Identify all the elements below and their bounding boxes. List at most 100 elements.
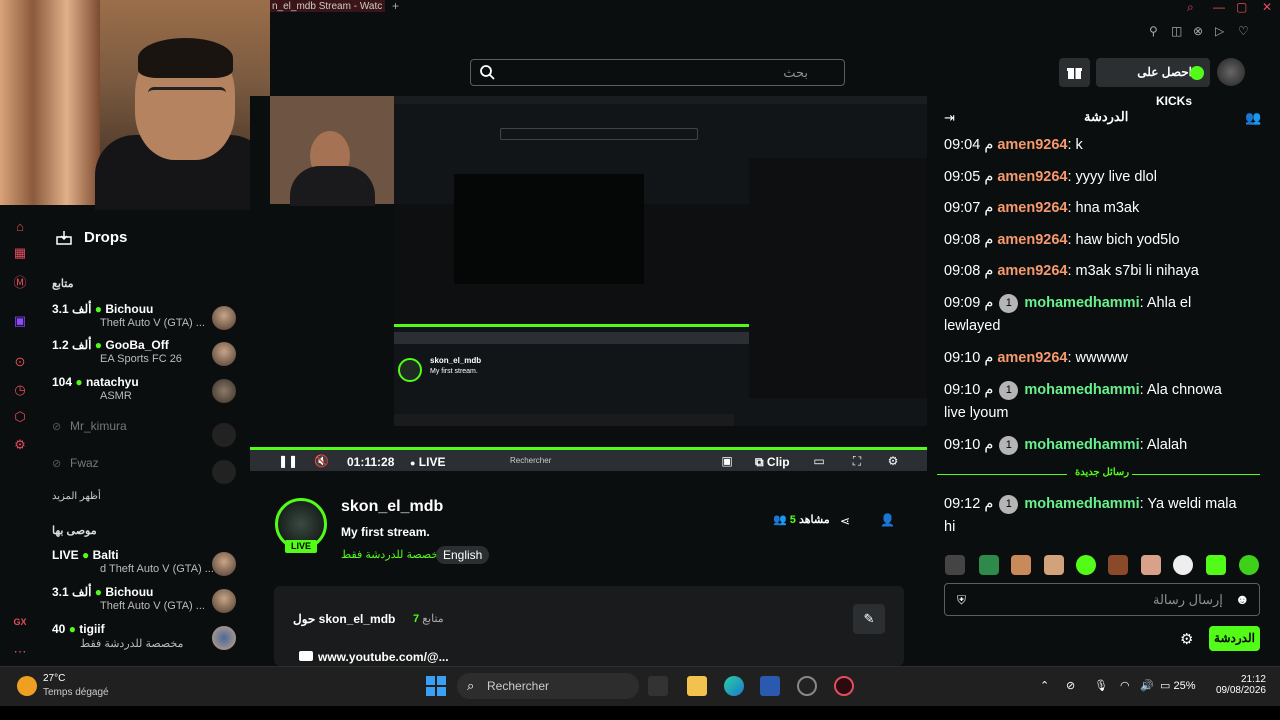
edge-icon[interactable] [724,676,744,696]
drops-icon [56,231,72,245]
chat-username[interactable]: amen9264 [997,350,1067,366]
followers-count: 7 متابع [413,613,444,625]
channel-game: Theft Auto V (GTA) ... [100,600,205,612]
pin-icon[interactable]: ⚲ [1149,24,1158,38]
youtube-link[interactable]: www.youtube.com/@... [318,650,449,664]
chat-input[interactable]: ⛨ إرسال رسالة ☻ [944,583,1260,616]
close-window-icon[interactable]: ✕ [1262,0,1272,14]
drops-link[interactable]: Drops [84,229,127,246]
chat-username[interactable]: mohamedhammi [1024,382,1139,398]
store-icon[interactable] [760,676,780,696]
emote[interactable] [1108,555,1128,575]
chat-username[interactable]: mohamedhammi [1024,437,1139,453]
avatar [212,460,236,484]
show-more-link[interactable]: أظهر المزيد [52,491,101,502]
emote[interactable] [1239,555,1259,575]
pip-icon[interactable]: ▭ [812,454,826,468]
bag-icon[interactable]: ⌂ [12,219,28,235]
sidebar-channel-mr-kimura[interactable]: ⊘ Mr_kimura [52,419,242,455]
play-circle-icon[interactable]: ⊙ [12,354,28,370]
mic-icon[interactable]: 🎙 [1094,679,1108,692]
user-avatar[interactable] [1217,58,1245,86]
chat-username[interactable]: amen9264 [997,263,1067,279]
language-tag[interactable]: English [436,546,490,564]
emoji-icon[interactable]: ☻ [1235,591,1250,607]
send-chat-button[interactable]: الدردشة [1209,626,1260,651]
task-view-icon[interactable] [648,676,668,696]
sidebar-channel-bichouu-rec[interactable]: 3.1 ألف ● Bichouu Theft Auto V (GTA) ... [52,585,242,621]
search-tabs-icon[interactable]: ⌕ [1187,0,1194,15]
mute-icon[interactable]: 🔇 [314,454,329,468]
twitch-icon[interactable]: ▣ [12,313,28,329]
emote[interactable] [1044,555,1064,575]
heart-icon[interactable]: ♡ [1238,24,1249,38]
viewer-count: 1.2 ألف [52,338,92,352]
minimize-icon[interactable]: — [1213,0,1225,14]
wifi-icon[interactable]: ◠ [1120,679,1130,692]
volume-icon[interactable]: 🔊 [1140,679,1154,692]
clip-button[interactable]: ⧉ Clip [755,455,790,470]
nested-taskbar-search: Rechercher [510,456,552,465]
chat-settings-icon[interactable]: ⚙ [1180,630,1193,648]
chat-username[interactable]: mohamedhammi [1024,496,1139,512]
chat-username[interactable]: mohamedhammi [1024,295,1139,311]
calendar-icon[interactable]: ▦ [12,245,28,261]
clock-icon[interactable]: ◷ [12,382,28,398]
emote[interactable] [1076,555,1096,575]
browser-tab[interactable]: n_el_mdb Stream - Watc [270,0,385,12]
m-icon[interactable]: Ⓜ [12,272,28,290]
chat-username[interactable]: amen9264 [997,137,1067,153]
network-off-icon[interactable]: ⊘ [1066,679,1075,692]
chat-username[interactable]: amen9264 [997,232,1067,248]
chat-users-icon[interactable]: 👥 [1245,110,1261,126]
settings-gear-icon[interactable]: ⚙ [886,454,900,468]
emote[interactable] [945,555,965,575]
settings-icon[interactable]: ⚙ [12,437,28,453]
chevron-up-icon[interactable]: ⌃ [1040,679,1049,692]
share-icon[interactable]: ⋖ [840,514,850,528]
battery-indicator[interactable]: ▭ 25% [1160,679,1195,692]
system-clock[interactable]: 21:12 09/08/2026 [1210,674,1266,696]
shield-icon[interactable]: ⛨ [957,593,966,608]
opera-gx-icon[interactable] [834,676,854,696]
windows-start-icon[interactable] [426,676,446,696]
app-icon[interactable] [797,676,817,696]
search-input[interactable]: بحث [470,59,845,86]
offline-icon: ⊘ [52,421,62,433]
sidebar-channel-tigiif[interactable]: 40 ● tigiif مخصصة للدردشة فقط [52,622,242,658]
live-indicator[interactable]: ● LIVE [410,455,445,469]
emote[interactable] [1206,555,1226,575]
cube-icon[interactable]: ⬡ [12,409,28,425]
sidebar-channel-fwaz[interactable]: ⊘ Fwaz [52,456,242,492]
sidebar-channel-gooba[interactable]: 1.2 ألف ● GooBa_Off EA Sports FC 26 [52,338,242,374]
avatar [212,342,236,366]
pause-icon[interactable]: ❚❚ [278,454,298,468]
file-explorer-icon[interactable] [687,676,707,696]
play-icon[interactable]: ▷ [1215,24,1224,38]
maximize-icon[interactable]: ▢ [1236,0,1247,14]
adblock-icon[interactable]: ⊗ [1193,24,1203,38]
emote[interactable] [1141,555,1161,575]
weather-icon[interactable] [17,676,37,696]
emote[interactable] [1011,555,1031,575]
sidebar-channel-balti[interactable]: LIVE ● Balti d Theft Auto V (GTA) ... [52,548,242,584]
emote[interactable] [1173,555,1193,575]
emote[interactable] [979,555,999,575]
collapse-chat-icon[interactable]: ⇥ [944,110,955,126]
taskbar-search[interactable]: ⌕ Rechercher [457,673,639,699]
gift-button[interactable] [1059,58,1090,87]
channel-name-title[interactable]: skon_el_mdb [341,498,443,516]
chat-username[interactable]: amen9264 [997,169,1067,185]
edit-button[interactable]: ✎ [853,604,885,634]
new-tab-button[interactable]: + [392,0,399,13]
follow-icon[interactable]: 👤 [880,513,895,527]
more-icon[interactable]: ⋯ [12,644,28,660]
sidebar-channel-natachyu[interactable]: 104 ● natachyu ASMR [52,375,242,411]
gx-label[interactable]: GX [12,617,28,633]
theater-icon[interactable]: ▣ [720,454,734,468]
snapshot-icon[interactable]: ◫ [1171,24,1182,38]
fullscreen-icon[interactable]: ⛶ [850,454,864,468]
stream-category[interactable]: مخصصة للدردشة فقط [341,548,444,561]
chat-username[interactable]: amen9264 [997,200,1067,216]
sidebar-channel-bichouu[interactable]: 3.1 ألف ● Bichouu Theft Auto V (GTA) ... [52,302,242,338]
